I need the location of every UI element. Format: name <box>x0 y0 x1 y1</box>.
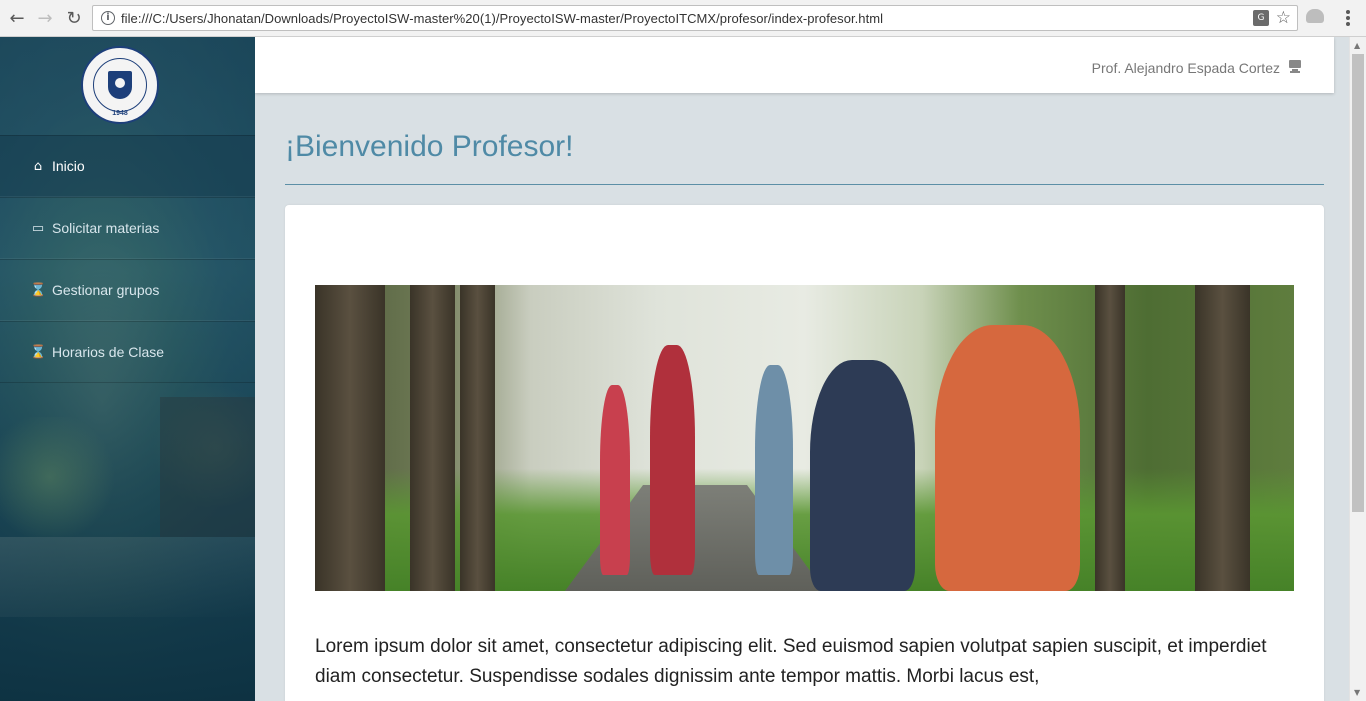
person <box>650 345 695 575</box>
info-icon[interactable]: i <box>101 11 115 25</box>
cloud-extension-icon[interactable] <box>1306 9 1324 23</box>
scroll-up-arrow-icon[interactable]: ▲ <box>1354 41 1360 50</box>
seal-year: 1948 <box>112 110 128 117</box>
tree-trunk <box>1095 285 1125 591</box>
scroll-thumb[interactable] <box>1352 54 1364 512</box>
shield-icon <box>108 71 132 99</box>
sidebar-item-gestionar-grupos[interactable]: ⌛ Gestionar grupos <box>0 259 255 321</box>
sidebar-item-horarios-de-clase[interactable]: ⌛ Horarios de Clase <box>0 321 255 383</box>
browser-toolbar: ← → ↻ i file:///C:/Users/Jhonatan/Downlo… <box>0 0 1366 37</box>
monitor-icon: ▭ <box>31 220 45 236</box>
tree-trunk <box>1195 285 1250 591</box>
person <box>755 365 793 575</box>
seal-ring <box>93 58 147 112</box>
sidebar-item-label: Solicitar materias <box>52 220 160 236</box>
sidebar-item-label: Gestionar grupos <box>52 282 160 298</box>
arrow-right-icon[interactable]: → <box>34 7 56 29</box>
page-title: ¡Bienvenido Profesor! <box>285 130 574 163</box>
sidebar-menu: ⌂ Inicio ▭ Solicitar materias ⌛ Gestiona… <box>0 135 255 383</box>
background-building <box>160 397 255 537</box>
sidebar-item-label: Inicio <box>52 158 85 174</box>
background-tree <box>0 417 120 537</box>
home-icon: ⌂ <box>33 158 43 174</box>
scroll-down-arrow-icon[interactable]: ▼ <box>1354 688 1360 697</box>
user-name-link[interactable]: Prof. Alejandro Espada Cortez <box>1092 60 1280 76</box>
reload-icon[interactable]: ↻ <box>63 7 85 29</box>
sidebar-item-inicio[interactable]: ⌂ Inicio <box>0 135 255 197</box>
tree-trunk <box>315 285 385 591</box>
top-navbar: Prof. Alejandro Espada Cortez <box>255 37 1334 93</box>
sidebar: 1948 ⌂ Inicio ▭ Solicitar materias ⌛ Ges… <box>0 37 255 701</box>
translate-icon[interactable]: G <box>1253 10 1269 26</box>
address-bar[interactable]: i file:///C:/Users/Jhonatan/Downloads/Pr… <box>92 5 1298 31</box>
university-seal-logo[interactable]: 1948 <box>81 46 159 124</box>
sidebar-item-label: Horarios de Clase <box>52 344 165 360</box>
person <box>810 360 915 591</box>
tree-trunk <box>410 285 455 591</box>
star-icon[interactable]: ☆ <box>1276 8 1291 28</box>
arrow-left-icon[interactable]: ← <box>6 7 28 29</box>
person <box>935 325 1080 591</box>
url-text[interactable]: file:///C:/Users/Jhonatan/Downloads/Proy… <box>121 11 883 26</box>
person <box>600 385 630 575</box>
title-divider <box>285 184 1324 185</box>
students-walking-campus-photo <box>315 285 1294 591</box>
body-paragraph: Lorem ipsum dolor sit amet, consectetur … <box>315 636 1267 687</box>
tree-trunk <box>460 285 495 591</box>
hourglass-icon: ⌛ <box>30 344 47 360</box>
page-scrollbar[interactable]: ▲ ▼ <box>1349 37 1366 701</box>
sidebar-item-solicitar-materias[interactable]: ▭ Solicitar materias <box>0 197 255 259</box>
monitor-icon[interactable] <box>1288 60 1302 74</box>
content-card: Lorem ipsum dolor sit amet, consectetur … <box>285 205 1324 701</box>
hourglass-icon: ⌛ <box>30 282 47 298</box>
main-content: Prof. Alejandro Espada Cortez ¡Bienvenid… <box>255 37 1349 701</box>
background-path <box>0 537 255 617</box>
kebab-menu-icon[interactable] <box>1340 8 1356 28</box>
